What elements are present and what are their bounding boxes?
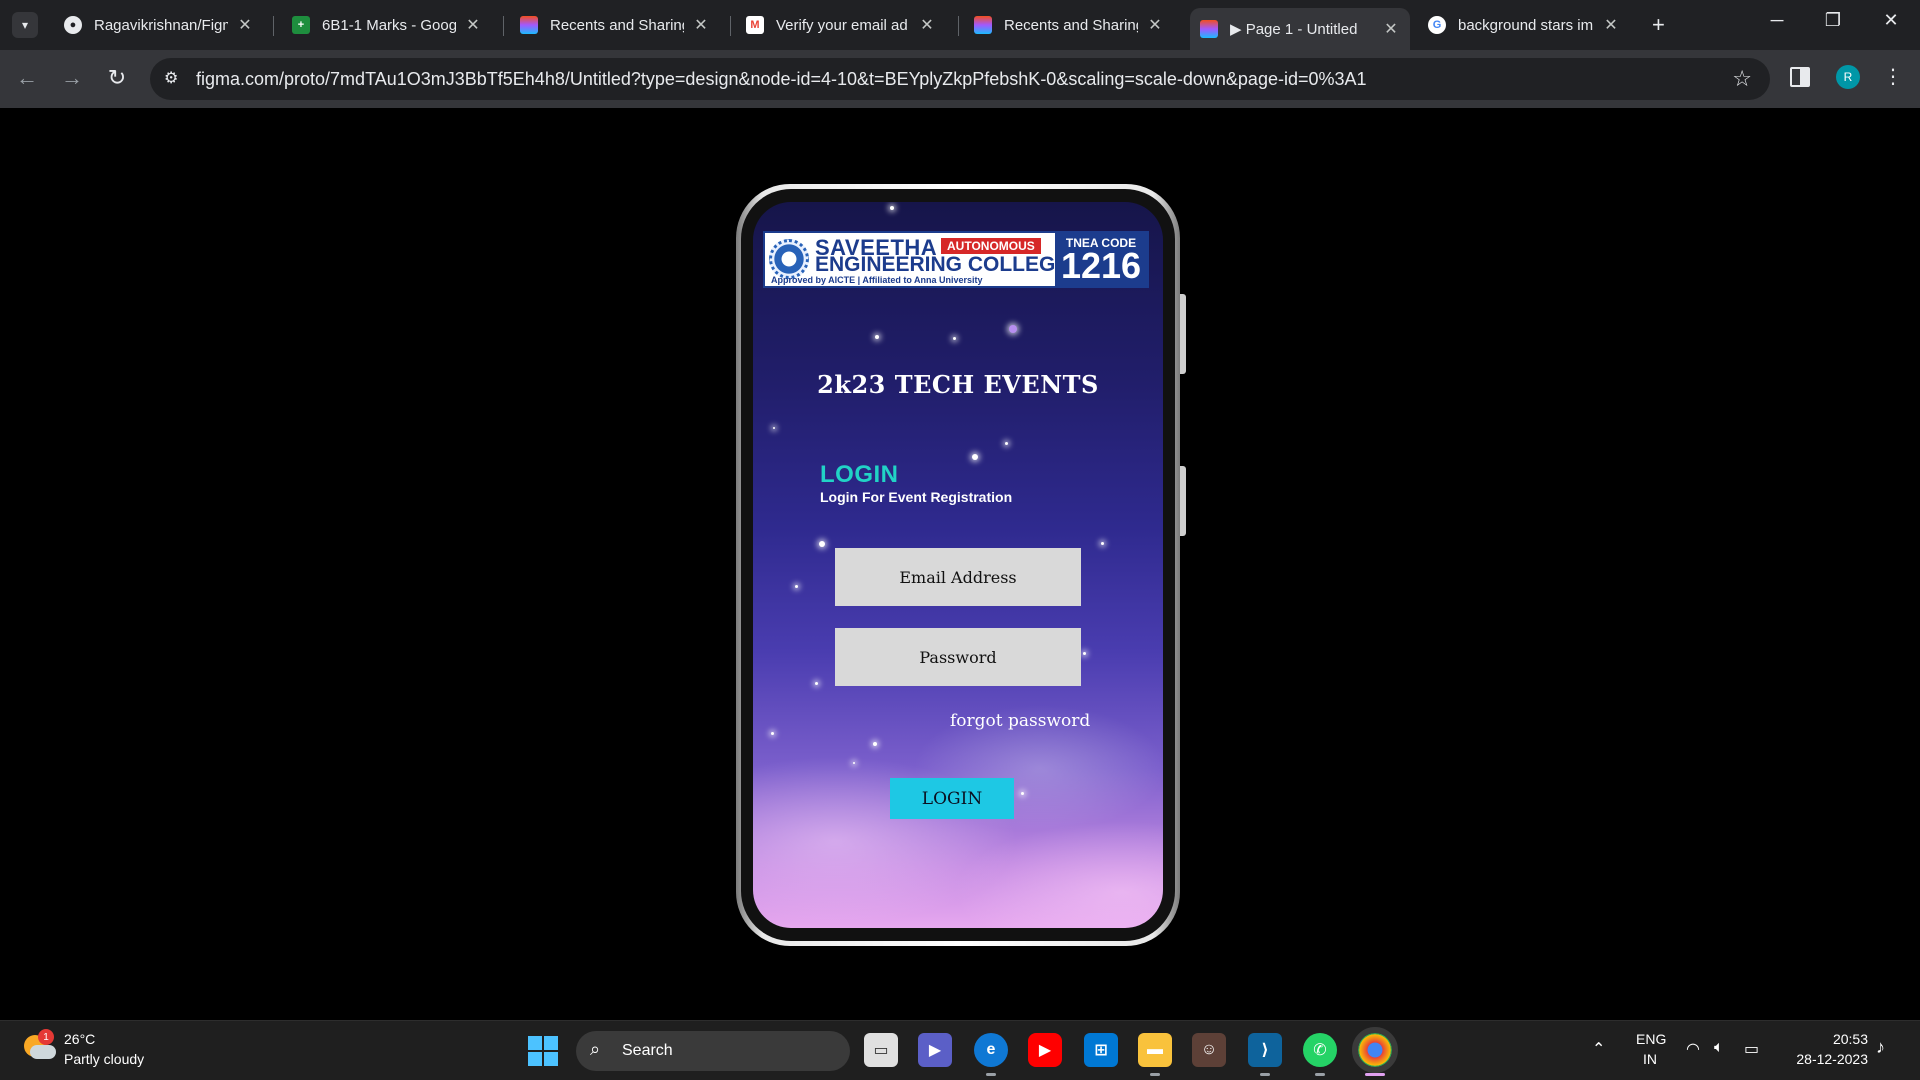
address-bar[interactable]: ⚙ figma.com/proto/7mdTAu1O3mJ3BbTf5Eh4h8… <box>150 58 1770 100</box>
battery-icon[interactable]: ▭ <box>1744 1039 1759 1059</box>
forward-icon[interactable]: → <box>57 65 87 91</box>
tab-gmail[interactable]: M Verify your email ad ✕ <box>736 8 946 42</box>
browser-menu-icon[interactable]: ⋮ <box>1883 64 1903 89</box>
tab-figma-prototype[interactable]: ▶ Page 1 - Untitled ✕ <box>1190 8 1410 50</box>
tab-title: 6B1-1 Marks - Googl <box>322 16 456 34</box>
whatsapp-icon[interactable]: ✆ <box>1303 1033 1337 1067</box>
browser-toolbar: ← → ↻ ⚙ figma.com/proto/7mdTAu1O3mJ3BbTf… <box>0 50 1920 108</box>
close-icon[interactable]: ✕ <box>1602 15 1620 35</box>
login-heading: LOGIN <box>820 461 899 488</box>
tab-google-sheets[interactable]: + 6B1-1 Marks - Googl ✕ <box>282 8 492 42</box>
profile-avatar[interactable]: R <box>1836 65 1860 89</box>
gmail-icon: M <box>746 16 764 34</box>
window-close-icon[interactable]: ✕ <box>1876 10 1906 31</box>
tab-title: Recents and Sharing <box>550 16 684 34</box>
close-icon[interactable]: ✕ <box>1382 19 1400 39</box>
close-icon[interactable]: ✕ <box>1146 15 1164 35</box>
college-logo: SAVEETHA AUTONOMOUS ENGINEERING COLLEGE … <box>763 231 1149 288</box>
file-explorer-icon[interactable]: ▬ <box>1138 1033 1172 1067</box>
minimize-icon[interactable]: ─ <box>1762 10 1792 31</box>
login-subtitle: Login For Event Registration <box>820 489 1013 505</box>
email-field[interactable]: Email Address <box>835 548 1081 606</box>
login-button[interactable]: LOGIN <box>890 778 1014 819</box>
google-sheets-icon: + <box>292 16 310 34</box>
browser-tabstrip: ▾ ● Ragavikrishnan/Figm ✕ + 6B1-1 Marks … <box>0 0 1920 50</box>
tnea-code-box: TNEA CODE 1216 <box>1055 233 1147 286</box>
clock-date[interactable]: 28-12-2023 <box>1788 1051 1868 1067</box>
url-text[interactable]: figma.com/proto/7mdTAu1O3mJ3BbTf5Eh4h8/U… <box>196 69 1367 90</box>
tab-search-button[interactable]: ▾ <box>12 12 38 38</box>
tab-title: ▶ Page 1 - Untitled <box>1230 21 1358 38</box>
tab-title: Recents and Sharing <box>1004 16 1138 34</box>
teams-chat-icon[interactable]: ▶ <box>918 1033 952 1067</box>
phone-mockup: SAVEETHA AUTONOMOUS ENGINEERING COLLEGE … <box>736 184 1186 946</box>
youtube-icon[interactable]: ▶ <box>1028 1033 1062 1067</box>
language-region[interactable]: IN <box>1643 1051 1657 1067</box>
taskbar-search-label: Search <box>622 1042 673 1059</box>
game-app-icon[interactable]: ☺ <box>1192 1033 1226 1067</box>
cloud-icon <box>30 1045 56 1059</box>
figma-prototype-viewport: SAVEETHA AUTONOMOUS ENGINEERING COLLEGE … <box>0 108 1920 1020</box>
windows-taskbar: 1 26°C Partly cloudy ⌕ Search ▭ ▶ e ▶ ⊞ … <box>0 1020 1920 1080</box>
search-icon: ⌕ <box>590 1039 601 1059</box>
event-title: 2k23 TECH EVENTS <box>817 370 1099 399</box>
chrome-icon[interactable] <box>1352 1027 1398 1073</box>
close-icon[interactable]: ✕ <box>918 15 936 35</box>
site-info-icon[interactable]: ⚙ <box>164 68 178 88</box>
clock-time[interactable]: 20:53 <box>1828 1031 1868 1047</box>
autonomous-badge: AUTONOMOUS <box>941 238 1041 254</box>
github-icon: ● <box>64 16 82 34</box>
tab-github[interactable]: ● Ragavikrishnan/Figm ✕ <box>54 8 264 42</box>
tnea-code: 1216 <box>1060 245 1142 286</box>
tab-title: Verify your email ad <box>776 16 908 34</box>
restore-icon[interactable]: ❐ <box>1818 10 1848 31</box>
figma-icon <box>974 16 992 34</box>
notification-bell-icon[interactable]: ♪ <box>1876 1037 1885 1058</box>
college-name-line2: ENGINEERING COLLEGE <box>815 253 1070 276</box>
forgot-password-link[interactable]: forgot password <box>950 711 1090 731</box>
side-panel-icon[interactable] <box>1790 67 1810 87</box>
figma-icon <box>1200 20 1218 38</box>
vscode-icon[interactable]: ⟩ <box>1248 1033 1282 1067</box>
phone-power-button <box>1180 466 1186 536</box>
tab-figma-recents-1[interactable]: Recents and Sharing ✕ <box>510 8 720 42</box>
volume-icon[interactable]: 🔈︎ <box>1714 1039 1724 1057</box>
new-tab-button[interactable]: + <box>1652 12 1665 38</box>
microsoft-store-icon[interactable]: ⊞ <box>1084 1033 1118 1067</box>
close-icon[interactable]: ✕ <box>236 15 254 35</box>
language-indicator[interactable]: ENG <box>1636 1031 1666 1047</box>
edge-icon[interactable]: e <box>974 1033 1008 1067</box>
weather-badge: 1 <box>38 1029 54 1045</box>
weather-condition[interactable]: Partly cloudy <box>64 1051 144 1067</box>
tab-title: Ragavikrishnan/Figm <box>94 16 228 34</box>
tab-title: background stars im <box>1458 16 1594 34</box>
college-seal-icon <box>769 239 809 279</box>
reload-icon[interactable]: ↻ <box>102 65 132 91</box>
college-approval-text: Approved by AICTE | Affiliated to Anna U… <box>771 275 983 285</box>
phone-screen: SAVEETHA AUTONOMOUS ENGINEERING COLLEGE … <box>753 202 1163 928</box>
tab-figma-recents-2[interactable]: Recents and Sharing ✕ <box>964 8 1174 42</box>
tab-google-search[interactable]: G background stars im ✕ <box>1418 8 1630 42</box>
figma-icon <box>520 16 538 34</box>
show-hidden-icons-chevron-icon[interactable]: ⌃ <box>1592 1039 1605 1059</box>
bookmark-star-icon[interactable]: ☆ <box>1732 66 1752 92</box>
phone-volume-button <box>1180 294 1186 374</box>
windows-start-icon[interactable] <box>528 1036 558 1066</box>
taskbar-search-box[interactable]: ⌕ Search <box>576 1031 850 1071</box>
wifi-icon[interactable]: ◠ <box>1686 1039 1700 1059</box>
password-field[interactable]: Password <box>835 628 1081 686</box>
close-icon[interactable]: ✕ <box>692 15 710 35</box>
back-icon[interactable]: ← <box>12 65 42 91</box>
google-icon: G <box>1428 16 1446 34</box>
task-view-icon[interactable]: ▭ <box>864 1033 898 1067</box>
close-icon[interactable]: ✕ <box>464 15 482 35</box>
weather-temperature[interactable]: 26°C <box>64 1031 95 1047</box>
